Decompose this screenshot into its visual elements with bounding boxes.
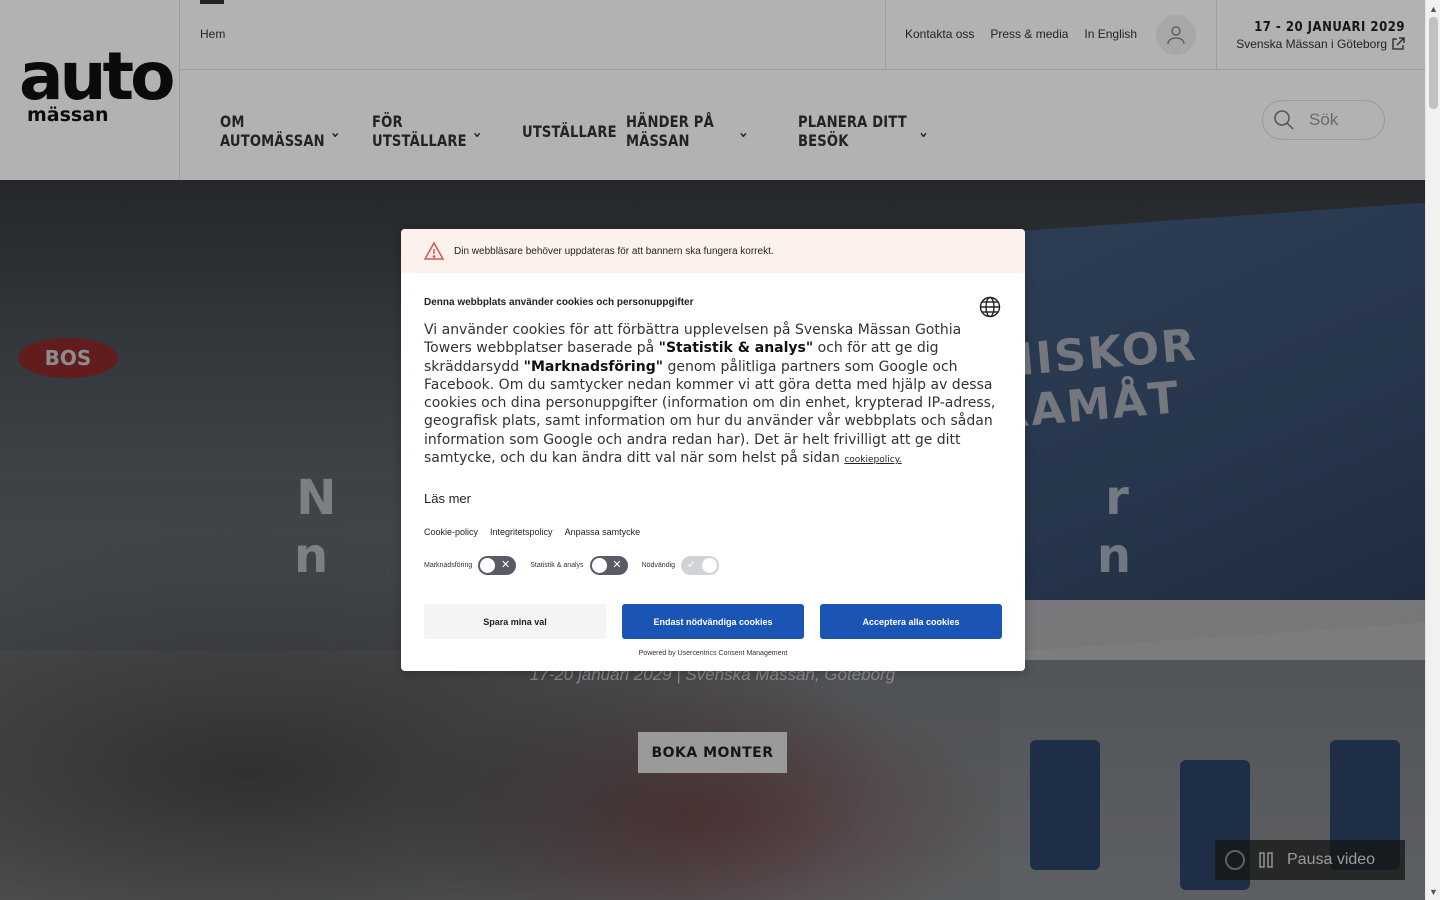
toggle-knob <box>702 558 718 573</box>
toggle-label: Nödvändig <box>641 562 676 569</box>
browser-warning-text: Din webbläsare behöver uppdateras för at… <box>454 245 774 257</box>
cookie-dialog-title: Denna webbplats använder cookies och per… <box>424 297 694 308</box>
toggle-knob <box>591 558 607 573</box>
necessary-only-button[interactable]: Endast nödvändiga cookies <box>622 604 804 639</box>
browser-warning-bar: Din webbläsare behöver uppdateras för at… <box>401 229 1025 273</box>
warning-icon <box>424 242 444 260</box>
cookie-links: Cookie-policy Integritetspolicy Anpassa … <box>424 527 640 537</box>
save-choices-button[interactable]: Spara mina val <box>424 604 606 639</box>
page-scrollbar[interactable]: ▲ ▼ <box>1425 0 1440 900</box>
cookie-category-marketing: "Marknadsföring" <box>523 358 664 375</box>
toggle-knob <box>480 558 496 573</box>
page: auto mässan Hem Kontakta oss Press & med… <box>0 0 1440 900</box>
cookie-policy-link[interactable]: Cookie-policy <box>424 527 478 537</box>
consent-toggles: Marknadsföring ✕ Statistik & analys ✕ Nö… <box>424 556 720 575</box>
accept-all-button[interactable]: Acceptera alla cookies <box>820 604 1002 639</box>
cookie-body-text: Vi använder cookies för att förbättra up… <box>424 321 1004 469</box>
customize-consent-link[interactable]: Anpassa samtycke <box>565 527 641 537</box>
cookie-category-statistics: "Statistik & analys" <box>658 340 814 357</box>
check-icon: ✓ <box>687 559 697 571</box>
cookie-consent-dialog: Din webbläsare behöver uppdateras för at… <box>401 229 1025 671</box>
close-icon: ✕ <box>612 559 622 571</box>
scroll-down-arrow-icon[interactable]: ▼ <box>1429 887 1438 897</box>
globe-icon <box>979 296 1001 318</box>
close-icon: ✕ <box>501 559 511 571</box>
toggle-label: Statistik & analys <box>530 562 584 569</box>
read-more-link[interactable]: Läs mer <box>424 491 471 506</box>
necessary-toggle: ✓ <box>681 556 720 575</box>
cookie-policy-inline-link[interactable]: cookiepolicy. <box>844 455 901 465</box>
scrollbar-thumb[interactable] <box>1429 17 1438 109</box>
scroll-up-arrow-icon[interactable]: ▲ <box>1429 4 1438 14</box>
consent-buttons: Spara mina val Endast nödvändiga cookies… <box>424 604 1002 639</box>
toggle-label: Marknadsföring <box>424 562 473 569</box>
powered-by-text: Powered by Usercentrics Consent Manageme… <box>638 650 788 657</box>
statistics-toggle[interactable]: ✕ <box>589 556 628 575</box>
marketing-toggle[interactable]: ✕ <box>478 556 517 575</box>
privacy-policy-link[interactable]: Integritetspolicy <box>490 527 553 537</box>
toggle-marketing-row: Marknadsföring ✕ <box>424 556 517 575</box>
toggle-statistics-row: Statistik & analys ✕ <box>530 556 628 575</box>
language-button[interactable] <box>979 296 1001 318</box>
toggle-necessary-row: Nödvändig ✓ <box>641 556 720 575</box>
